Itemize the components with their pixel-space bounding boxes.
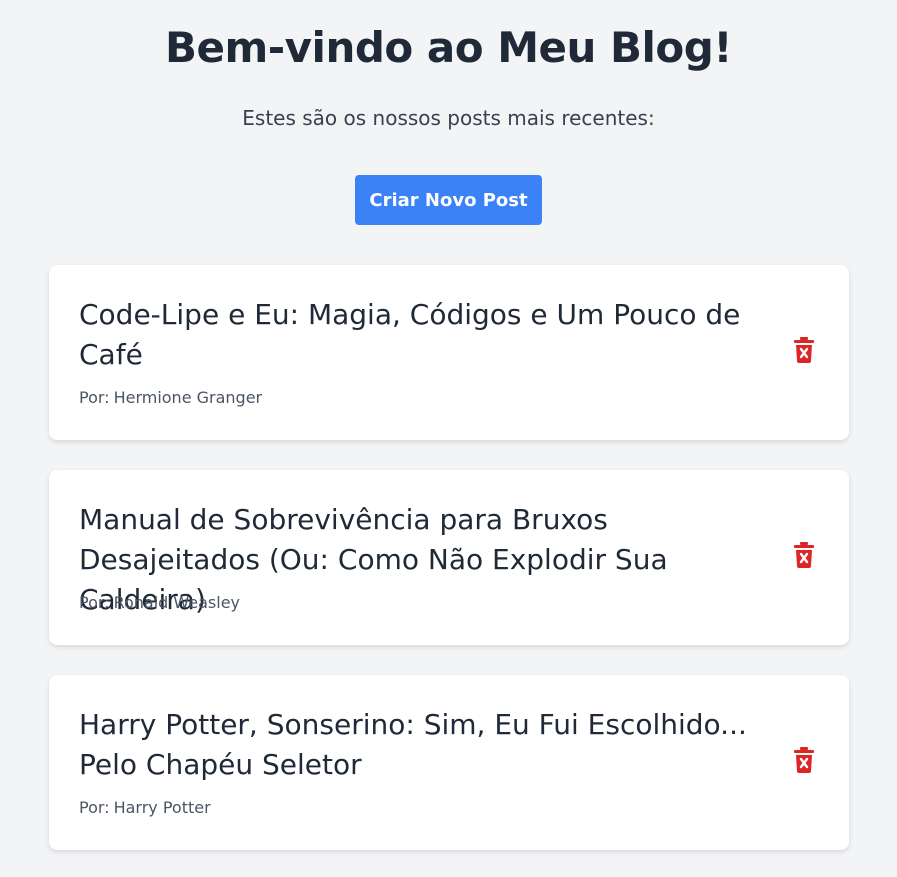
page-subtitle: Estes são os nossos posts mais recentes: [242,106,655,130]
author-label: Por: [79,798,110,817]
author-name: Hermione Granger [113,388,263,407]
post-title[interactable]: Code-Lipe e Eu: Magia, Códigos e Um Pouc… [79,295,779,375]
trash-icon [794,542,814,568]
blog-page: Bem-vindo ao Meu Blog! Estes são os noss… [0,0,897,877]
post-author: Por: Harry Potter [79,797,211,819]
delete-post-button[interactable] [793,336,815,364]
post-card: Manual de Sobrevivência para Bruxos Desa… [49,470,849,645]
create-post-button[interactable]: Criar Novo Post [355,175,542,225]
author-name: Ronald Weasley [113,593,241,612]
author-label: Por: [79,388,110,407]
trash-icon [794,747,814,773]
page-title: Bem-vindo ao Meu Blog! [164,23,733,72]
author-name: Harry Potter [113,798,211,817]
post-card: Code-Lipe e Eu: Magia, Códigos e Um Pouc… [49,265,849,440]
author-label: Por: [79,593,110,612]
post-card: Harry Potter, Sonserino: Sim, Eu Fui Esc… [49,675,849,850]
delete-post-button[interactable] [793,541,815,569]
delete-post-button[interactable] [793,746,815,774]
post-author: Por: Hermione Granger [79,387,262,409]
post-author: Por: Ronald Weasley [79,592,240,614]
post-title[interactable]: Harry Potter, Sonserino: Sim, Eu Fui Esc… [79,705,779,785]
trash-icon [794,337,814,363]
